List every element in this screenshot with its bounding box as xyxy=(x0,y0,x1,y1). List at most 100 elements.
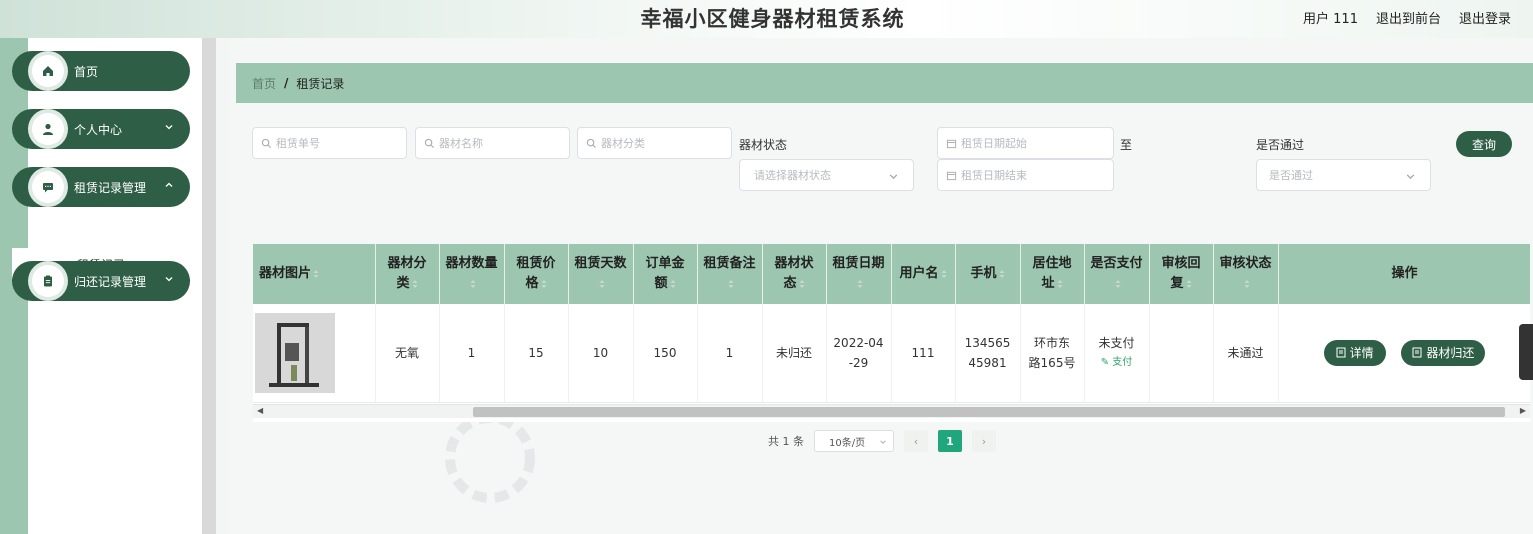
scroll-left-arrow-icon[interactable]: ◀ xyxy=(257,406,263,415)
query-button[interactable]: 查询 xyxy=(1456,131,1512,157)
chat-icon xyxy=(32,171,64,203)
equipment-name-input[interactable]: 器材名称 xyxy=(415,127,570,159)
cell-actions: 详情 器材归还 xyxy=(1278,304,1530,403)
prev-page-button[interactable]: ‹ xyxy=(904,430,928,452)
sort-icon[interactable] xyxy=(1115,279,1121,289)
calendar-icon xyxy=(946,171,957,180)
sidebar-item-rental-management[interactable]: 租赁记录管理 xyxy=(12,167,190,207)
approved-filter-label: 是否通过 xyxy=(1256,138,1305,152)
breadcrumb: 首页 / 租赁记录 xyxy=(236,63,1533,103)
back-to-front-link[interactable]: 退出到前台 xyxy=(1376,8,1441,27)
sort-icon[interactable] xyxy=(599,279,605,289)
sort-icon[interactable] xyxy=(941,269,947,279)
cell-price: 15 xyxy=(504,304,569,403)
sort-icon[interactable] xyxy=(857,279,863,289)
cell-paid: 未支付 ✎ 支付 xyxy=(1084,304,1150,403)
chevron-down-icon xyxy=(165,125,173,130)
page-size-select[interactable]: 10条/页 xyxy=(814,430,894,452)
rental-no-input[interactable]: 租赁单号 xyxy=(252,127,407,159)
approved-select[interactable]: 是否通过 xyxy=(1256,159,1431,191)
sidebar: 首页 个人中心 租赁记录管理 租赁记录 归还记录管理 xyxy=(0,38,216,534)
next-page-button[interactable]: › xyxy=(972,430,996,452)
side-drawer-toggle[interactable] xyxy=(1519,324,1533,380)
col-header-address[interactable]: 居住地址 xyxy=(1020,244,1085,304)
col-header-days[interactable]: 租赁天数 xyxy=(568,244,634,304)
top-links: 用户 111 退出到前台 退出登录 xyxy=(1303,8,1511,27)
horizontal-scrollbar[interactable]: ◀ ▶ xyxy=(253,404,1530,418)
table-header-row: 器材图片 器材分类 器材数量 租赁价格 租赁天数 订单金额 租赁备注 器材状态 … xyxy=(253,244,1530,304)
pagination-total: 共 1 条 xyxy=(768,435,804,448)
cell-category: 无氧 xyxy=(375,304,440,403)
sort-icon[interactable] xyxy=(799,279,805,289)
sort-icon[interactable] xyxy=(728,279,734,289)
col-header-quantity[interactable]: 器材数量 xyxy=(439,244,505,304)
col-header-username[interactable]: 用户名 xyxy=(891,244,956,304)
sidebar-item-label: 个人中心 xyxy=(74,122,123,137)
scroll-right-arrow-icon[interactable]: ▶ xyxy=(1520,406,1526,415)
col-header-date[interactable]: 租赁日期 xyxy=(826,244,892,304)
col-header-phone[interactable]: 手机 xyxy=(955,244,1021,304)
paid-status: 未支付 xyxy=(1098,335,1135,350)
col-header-status[interactable]: 器材状态 xyxy=(762,244,827,304)
sidebar-item-home[interactable]: 首页 xyxy=(12,51,190,91)
sidebar-item-label: 归还记录管理 xyxy=(74,274,147,289)
sidebar-item-label: 首页 xyxy=(74,64,99,79)
col-header-remark[interactable]: 租赁备注 xyxy=(697,244,763,304)
logout-link[interactable]: 退出登录 xyxy=(1459,8,1511,27)
sidebar-item-return-management[interactable]: 归还记录管理 xyxy=(12,261,190,301)
main-content: 首页 / 租赁记录 租赁单号 器材名称 器材分类 器材状态 请选择器材状态 租赁… xyxy=(230,38,1533,534)
cell-username: 111 xyxy=(891,304,956,403)
sort-icon[interactable] xyxy=(470,279,476,289)
col-header-amount[interactable]: 订单金额 xyxy=(633,244,698,304)
cell-date: 2022-04-29 xyxy=(826,304,892,403)
detail-button[interactable]: 详情 xyxy=(1323,339,1386,366)
user-label: 用户 111 xyxy=(1303,12,1358,27)
scrollbar-thumb[interactable] xyxy=(473,407,1505,417)
search-icon xyxy=(261,138,272,148)
equipment-category-input[interactable]: 器材分类 xyxy=(577,127,732,159)
calendar-icon xyxy=(946,139,957,148)
chevron-down-icon xyxy=(889,174,898,180)
cell-review-status: 未通过 xyxy=(1213,304,1279,403)
sort-icon[interactable] xyxy=(670,279,676,289)
col-header-category[interactable]: 器材分类 xyxy=(375,244,440,304)
document-icon xyxy=(1336,347,1346,358)
chevron-down-icon xyxy=(165,277,173,282)
status-select[interactable]: 请选择器材状态 xyxy=(739,159,914,191)
rental-table: 器材图片 器材分类 器材数量 租赁价格 租赁天数 订单金额 租赁备注 器材状态 … xyxy=(253,244,1530,422)
top-header: 幸福小区健身器材租赁系统 用户 111 退出到前台 退出登录 xyxy=(0,0,1533,38)
date-start-input[interactable]: 租赁日期起始 xyxy=(937,127,1114,159)
sort-icon[interactable] xyxy=(999,269,1005,279)
sort-icon[interactable] xyxy=(412,279,418,289)
cell-quantity: 1 xyxy=(439,304,505,403)
sort-icon[interactable] xyxy=(1057,279,1063,289)
breadcrumb-separator: / xyxy=(284,76,289,90)
col-header-actions: 操作 xyxy=(1278,244,1530,304)
sort-icon[interactable] xyxy=(541,279,547,289)
pay-link[interactable]: ✎ 支付 xyxy=(1085,353,1149,373)
return-equipment-button[interactable]: 器材归还 xyxy=(1401,339,1486,366)
cell-remark: 1 xyxy=(697,304,763,403)
cell-status: 未归还 xyxy=(762,304,827,403)
pagination: 共 1 条 10条/页 ‹ 1 › xyxy=(768,430,996,452)
col-header-image[interactable]: 器材图片 xyxy=(253,244,376,304)
col-header-review-status[interactable]: 审核状态 xyxy=(1213,244,1279,304)
chevron-up-icon xyxy=(165,182,173,187)
sort-icon[interactable] xyxy=(1186,279,1192,289)
sort-icon[interactable] xyxy=(313,269,319,279)
search-icon xyxy=(586,138,597,148)
breadcrumb-home[interactable]: 首页 xyxy=(252,75,276,92)
search-icon xyxy=(424,138,435,148)
col-header-review-reply[interactable]: 审核回复 xyxy=(1149,244,1214,304)
date-end-input[interactable]: 租赁日期结束 xyxy=(937,159,1114,191)
cell-amount: 150 xyxy=(633,304,698,403)
col-header-paid[interactable]: 是否支付 xyxy=(1084,244,1150,304)
page-number-button[interactable]: 1 xyxy=(938,430,962,452)
chevron-down-icon xyxy=(880,440,886,444)
cell-days: 10 xyxy=(568,304,634,403)
col-header-price[interactable]: 租赁价格 xyxy=(504,244,569,304)
sidebar-item-personal-center[interactable]: 个人中心 xyxy=(12,109,190,149)
status-filter-label: 器材状态 xyxy=(739,138,788,152)
sort-icon[interactable] xyxy=(1244,279,1250,289)
user-icon xyxy=(32,113,64,145)
